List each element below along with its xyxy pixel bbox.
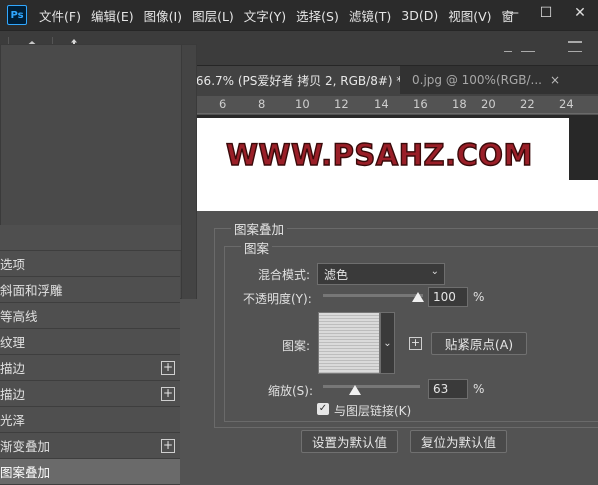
style-item-label: 光泽 [0,413,26,428]
menu-select[interactable]: 选择(S) [296,6,339,25]
ruler-tick-label: 10 [295,97,310,111]
ruler-tick-label: 18 [452,97,467,111]
menu-layer[interactable]: 图层(L) [192,6,234,25]
ruler-tick-label: 20 [481,97,496,111]
style-list-scrollbar[interactable] [181,45,196,299]
close-icon[interactable]: × [550,73,560,87]
link-with-layer-label: 与图层链接(K) [334,404,412,418]
new-preset-button[interactable]: + [409,337,422,350]
make-default-button[interactable]: 设置为默认值 [301,430,398,453]
pattern-picker-chevron-icon[interactable]: ⌄ [380,312,395,374]
blend-mode-value: 滤色 [324,267,349,282]
opacity-unit: % [473,290,485,304]
close-window-button[interactable]: ✕ [564,2,596,24]
opacity-input[interactable]: 100 [428,287,468,307]
style-item-label: 斜面和浮雕 [0,283,63,298]
blend-mode-select[interactable]: 滤色 ⌄ [317,263,445,285]
add-stroke-button[interactable]: + [161,387,175,401]
scale-input[interactable]: 63 [428,379,468,399]
menu-type[interactable]: 文字(Y) [244,6,286,25]
add-stroke-button[interactable]: + [161,361,175,375]
photoshop-logo-icon: Ps [7,5,27,25]
ruler-tick-label: 14 [374,97,389,111]
style-item-options[interactable]: 选项 [0,251,180,277]
ruler-tick-label: 22 [520,97,535,111]
align-icon[interactable] [504,51,512,52]
pattern-swatch[interactable] [318,312,380,374]
chevron-down-icon: ⌄ [430,266,439,277]
style-item-stroke-2[interactable]: 描边 + [0,381,180,407]
group-title: 图案叠加 [231,219,288,238]
ruler-tick-label: 16 [413,97,428,111]
menu-filter[interactable]: 滤镜(T) [349,6,391,25]
ruler-tick-label: 12 [334,97,349,111]
style-item-satin[interactable]: 光泽 [0,407,180,433]
ruler-tick-label: 24 [559,97,574,111]
style-item-label: 描边 [0,361,26,376]
snap-to-origin-button[interactable]: 贴紧原点(A) [431,332,527,355]
menu-bar: Ps 文件(F) 编辑(E) 图像(I) 图层(L) 文字(Y) 选择(S) 滤… [0,0,598,30]
scale-slider-thumb[interactable] [348,385,361,395]
scale-slider[interactable] [323,385,420,388]
style-item-pattern-overlay[interactable]: 图案叠加 [0,459,180,485]
ruler-tick-label: 6 [219,97,227,111]
link-with-layer-checkbox[interactable]: ✓ [317,403,329,415]
style-list-header [0,225,181,251]
opacity-slider-thumb[interactable] [412,292,424,302]
style-item-texture[interactable]: 纹理 [0,329,180,355]
style-item-label: 等高线 [0,309,38,324]
style-item-contour[interactable]: 等高线 [0,303,180,329]
add-gradient-overlay-button[interactable]: + [161,439,175,453]
style-item-bevel[interactable]: 斜面和浮雕 [0,277,180,303]
menu-file[interactable]: 文件(F) [39,6,81,25]
canvas-text-layer[interactable]: WWW.PSAHZ.COM [225,137,533,172]
ruler-tick-label: 8 [258,97,266,111]
style-item-label: 纹理 [0,335,26,350]
minimize-button[interactable]: — [496,2,528,24]
maximize-button[interactable]: ☐ [530,2,562,24]
opacity-slider[interactable] [323,294,423,297]
tab-document-2[interactable]: 0.jpg @ 100%(RGB/... × [402,66,562,94]
style-item-gradient-overlay[interactable]: 渐变叠加 + [0,433,180,459]
style-item-label: 选项 [0,257,26,272]
style-item-stroke[interactable]: 描边 + [0,355,180,381]
scale-unit: % [473,382,485,396]
reset-default-button[interactable]: 复位为默认值 [410,430,507,453]
panel-menu-icon[interactable] [568,41,582,43]
pattern-label: 图案: [282,339,311,353]
scale-label: 缩放(S): [268,384,314,398]
inner-group-title: 图案 [241,238,273,257]
opacity-label: 不透明度(Y): [243,292,312,306]
panel-divider [568,51,582,52]
blend-mode-label: 混合模式: [258,268,311,282]
menu-3d[interactable]: 3D(D) [401,8,438,23]
style-item-label: 渐变叠加 [0,439,51,454]
distribute-icon[interactable] [521,47,535,52]
style-item-label: 图案叠加 [0,465,51,480]
style-item-label: 描边 [0,387,26,402]
tab-label: 0.jpg @ 100%(RGB/... [412,73,542,87]
menu-view[interactable]: 视图(V) [448,6,491,25]
menu-edit[interactable]: 编辑(E) [91,6,134,25]
menu-image[interactable]: 图像(I) [144,6,182,25]
